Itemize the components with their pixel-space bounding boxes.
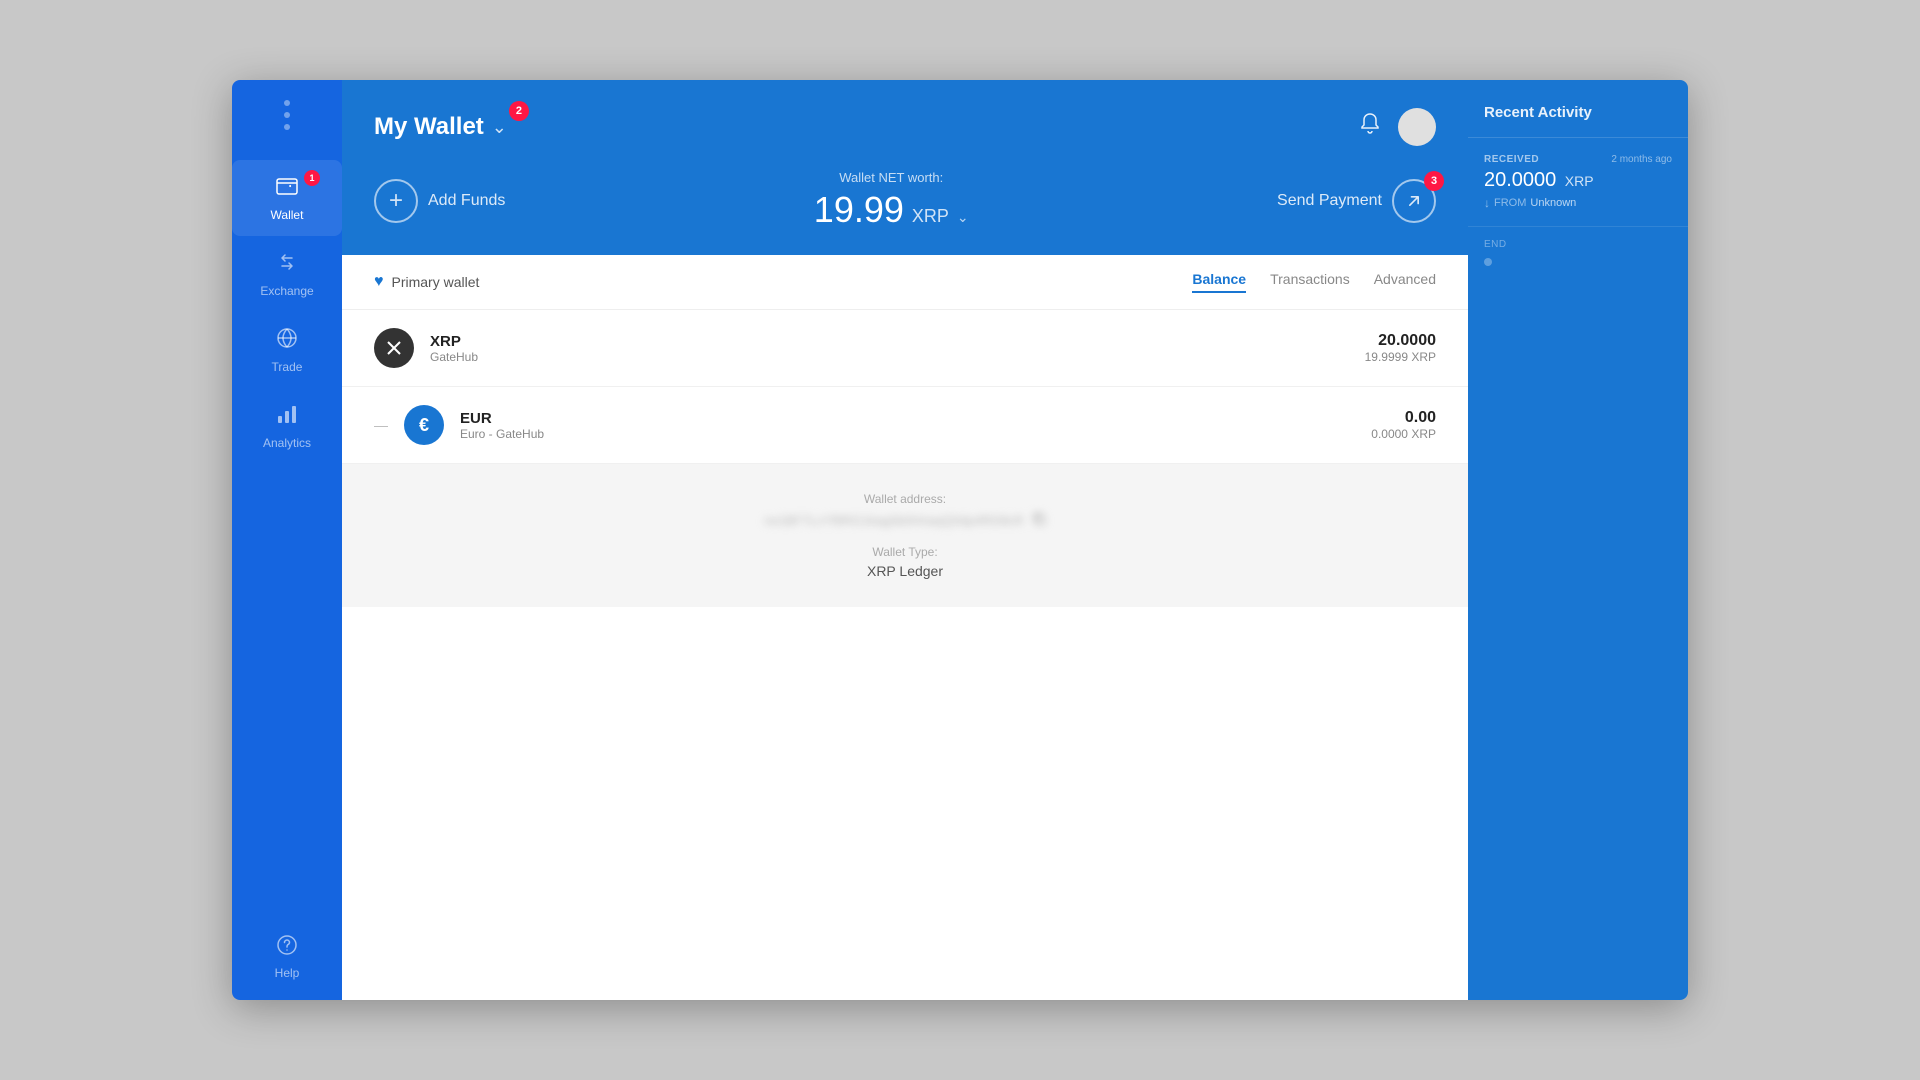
wallet-top-bar: + Add Funds Wallet NET worth: 19.99 XRP … xyxy=(342,150,1468,255)
trade-icon xyxy=(275,326,299,354)
eur-balance-xrp: 0.0000 XRP xyxy=(1371,427,1436,441)
activity-end-dot xyxy=(1484,258,1492,266)
tab-balance[interactable]: Balance xyxy=(1192,271,1246,293)
add-funds-label: Add Funds xyxy=(428,192,505,210)
wallet-content-panel: ♥ Primary wallet Balance Transactions Ad… xyxy=(342,255,1468,1000)
row-handle: — xyxy=(374,417,388,433)
activity-type: RECEIVED xyxy=(1484,154,1539,165)
xrp-token-icon xyxy=(374,328,414,368)
tab-transactions[interactable]: Transactions xyxy=(1270,271,1350,293)
sidebar: 1 Wallet Exchange xyxy=(232,80,342,1000)
xrp-balance-main: 20.0000 xyxy=(1365,332,1436,350)
heart-icon: ♥ xyxy=(374,273,384,291)
eur-token-sub: Euro - GateHub xyxy=(460,427,1355,441)
activity-amount-row: 20.0000 XRP xyxy=(1484,169,1672,192)
activity-meta: RECEIVED 2 months ago xyxy=(1484,154,1672,165)
wallet-panel-header: ♥ Primary wallet Balance Transactions Ad… xyxy=(342,255,1468,310)
activity-currency: XRP xyxy=(1565,173,1594,189)
page-title: My Wallet xyxy=(374,113,484,141)
send-payment-label: Send Payment xyxy=(1277,192,1382,210)
eur-token-name: EUR xyxy=(460,410,1355,427)
sidebar-item-wallet-label: Wallet xyxy=(271,208,304,222)
sidebar-item-wallet[interactable]: 1 Wallet xyxy=(232,160,342,236)
xrp-token-info: XRP GateHub xyxy=(430,333,1349,364)
activity-item: RECEIVED 2 months ago 20.0000 XRP ↓ FROM… xyxy=(1468,138,1688,227)
primary-wallet-text: Primary wallet xyxy=(392,274,480,290)
eur-token-info: EUR Euro - GateHub xyxy=(460,410,1355,441)
sidebar-item-help[interactable]: Help xyxy=(275,933,300,980)
xrp-token-name: XRP xyxy=(430,333,1349,350)
activity-end-label: END xyxy=(1468,227,1688,254)
send-payment-badge: 3 xyxy=(1424,171,1444,191)
net-worth-label: Wallet NET worth: xyxy=(814,170,969,185)
net-worth-chevron-icon[interactable]: ⌄ xyxy=(957,209,969,226)
table-row: XRP GateHub 20.0000 19.9999 XRP xyxy=(342,310,1468,387)
header-actions xyxy=(1358,108,1436,146)
header-title-wrap: My Wallet ⌄ 2 xyxy=(374,113,507,141)
sidebar-item-help-label: Help xyxy=(275,966,300,980)
bell-icon[interactable] xyxy=(1358,112,1382,142)
wallet-badge: 1 xyxy=(304,170,320,186)
tab-advanced[interactable]: Advanced xyxy=(1374,271,1436,293)
xrp-token-balance: 20.0000 19.9999 XRP xyxy=(1365,332,1436,364)
sidebar-nav: 1 Wallet Exchange xyxy=(232,160,342,464)
eur-token-icon: € xyxy=(404,405,444,445)
add-funds-button[interactable]: + Add Funds xyxy=(374,179,505,223)
wallet-address-value: rw1BF7LcYf9RG1kag0b0HnaqQ0dp4RD8cR xyxy=(374,512,1436,529)
activity-time: 2 months ago xyxy=(1611,154,1672,165)
header-badge: 2 xyxy=(509,101,529,121)
balance-list: XRP GateHub 20.0000 19.9999 XRP — € EUR … xyxy=(342,310,1468,1000)
wallet-icon xyxy=(275,174,299,202)
copy-icon[interactable] xyxy=(1032,512,1046,529)
primary-wallet-label: ♥ Primary wallet xyxy=(374,273,479,291)
wallet-address-text: rw1BF7LcYf9RG1kag0b0HnaqQ0dp4RD8cR xyxy=(764,513,1023,528)
main-panel: My Wallet ⌄ 2 + Add Funds xyxy=(342,80,1468,1000)
help-icon xyxy=(275,933,299,960)
wallet-type-label: Wallet Type: xyxy=(374,545,1436,559)
chevron-down-icon[interactable]: ⌄ xyxy=(492,117,507,138)
net-worth-display: Wallet NET worth: 19.99 XRP ⌄ xyxy=(814,170,969,231)
eur-balance-main: 0.00 xyxy=(1371,409,1436,427)
activity-from-label: FROM xyxy=(1494,197,1526,209)
wallet-address-label: Wallet address: xyxy=(374,492,1436,506)
activity-amount: 20.0000 xyxy=(1484,169,1556,191)
sidebar-item-trade-label: Trade xyxy=(272,360,303,374)
sidebar-item-exchange-label: Exchange xyxy=(260,284,313,298)
analytics-icon xyxy=(275,402,299,430)
sidebar-item-analytics[interactable]: Analytics xyxy=(232,388,342,464)
wallet-address-section: Wallet address: rw1BF7LcYf9RG1kag0b0Hnaq… xyxy=(342,464,1468,607)
eur-token-balance: 0.00 0.0000 XRP xyxy=(1371,409,1436,441)
wallet-type-value: XRP Ledger xyxy=(374,563,1436,579)
net-worth-amount: 19.99 xyxy=(814,189,904,231)
activity-arrow-icon: ↓ xyxy=(1484,196,1490,210)
recent-activity-header: Recent Activity xyxy=(1468,80,1688,138)
add-funds-circle-icon: + xyxy=(374,179,418,223)
table-row: — € EUR Euro - GateHub 0.00 0.0000 XRP xyxy=(342,387,1468,464)
xrp-balance-xrp: 19.9999 XRP xyxy=(1365,350,1436,364)
wallet-tabs: Balance Transactions Advanced xyxy=(1192,271,1436,293)
activity-from-row: ↓ FROM Unknown xyxy=(1484,196,1672,210)
net-worth-currency: XRP xyxy=(912,206,949,227)
sidebar-item-analytics-label: Analytics xyxy=(263,436,311,450)
send-payment-button[interactable]: Send Payment 3 xyxy=(1277,179,1436,223)
exchange-icon xyxy=(275,250,299,278)
avatar[interactable] xyxy=(1398,108,1436,146)
sidebar-item-exchange[interactable]: Exchange xyxy=(232,236,342,312)
xrp-token-sub: GateHub xyxy=(430,350,1349,364)
main-header: My Wallet ⌄ 2 xyxy=(342,80,1468,150)
sidebar-item-trade[interactable]: Trade xyxy=(232,312,342,388)
sidebar-dots xyxy=(284,100,290,130)
activity-from-value: Unknown xyxy=(1530,197,1576,209)
right-panel: Recent Activity RECEIVED 2 months ago 20… xyxy=(1468,80,1688,1000)
